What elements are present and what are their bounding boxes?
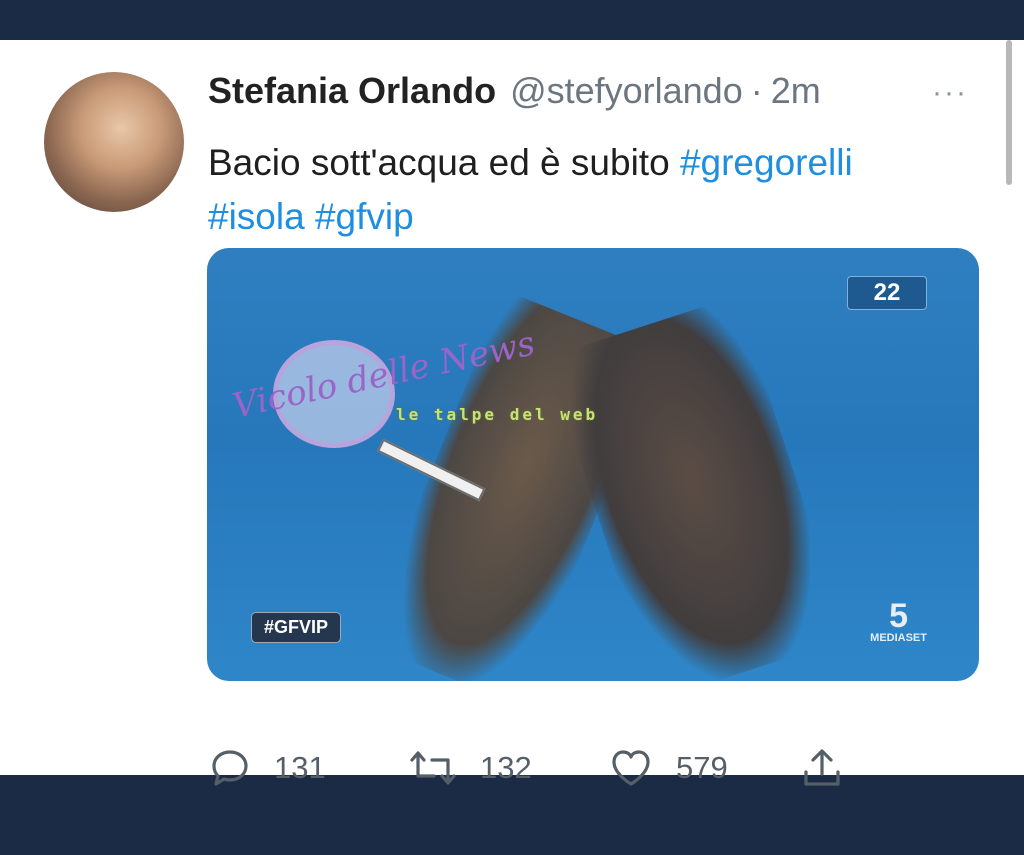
tweet-text: Bacio sott'acqua ed è subito #gregorelli… xyxy=(208,136,968,244)
share-button[interactable] xyxy=(800,746,844,790)
avatar[interactable] xyxy=(44,72,184,212)
tweet-media-image[interactable]: 22 #GFVIP 5 MEDIASET xyxy=(207,248,979,681)
channel-logo: 5 MEDIASET xyxy=(870,597,927,644)
reply-button[interactable]: 131 xyxy=(208,746,326,790)
tweet-text-plain: Bacio sott'acqua ed è subito xyxy=(208,142,670,183)
hashtag-link[interactable]: #gregorelli xyxy=(680,142,853,183)
like-count: 579 xyxy=(676,750,728,785)
author-name[interactable]: Stefania Orlando xyxy=(208,70,496,112)
heart-icon xyxy=(608,746,654,790)
reply-count: 131 xyxy=(274,750,326,785)
retweet-button[interactable]: 132 xyxy=(408,746,532,790)
share-icon xyxy=(800,746,844,790)
more-icon[interactable]: ··· xyxy=(932,76,968,110)
retweet-icon xyxy=(408,746,458,790)
scrollbar[interactable] xyxy=(1006,40,1012,185)
swimmer-figure xyxy=(546,295,848,681)
channel-logo-name: MEDIASET xyxy=(870,632,927,644)
reply-icon xyxy=(208,746,252,790)
channel-logo-number: 5 xyxy=(889,597,909,635)
tweet-actions: 131 132 579 xyxy=(208,746,868,790)
retweet-count: 132 xyxy=(480,750,532,785)
like-button[interactable]: 579 xyxy=(608,746,728,790)
separator-dot: · xyxy=(750,70,763,111)
hashtag-link[interactable]: #isola xyxy=(208,196,305,237)
overlay-badge: 22 xyxy=(847,276,927,310)
watermark-text: le talpe del web xyxy=(396,405,599,424)
tweet-header: Stefania Orlando @stefyorlando · 2m xyxy=(208,70,964,120)
author-handle[interactable]: @stefyorlando xyxy=(510,70,743,112)
hashtag-link[interactable]: #gfvip xyxy=(315,196,414,237)
timestamp[interactable]: 2m xyxy=(771,70,821,112)
show-tag-badge: #GFVIP xyxy=(251,612,342,643)
